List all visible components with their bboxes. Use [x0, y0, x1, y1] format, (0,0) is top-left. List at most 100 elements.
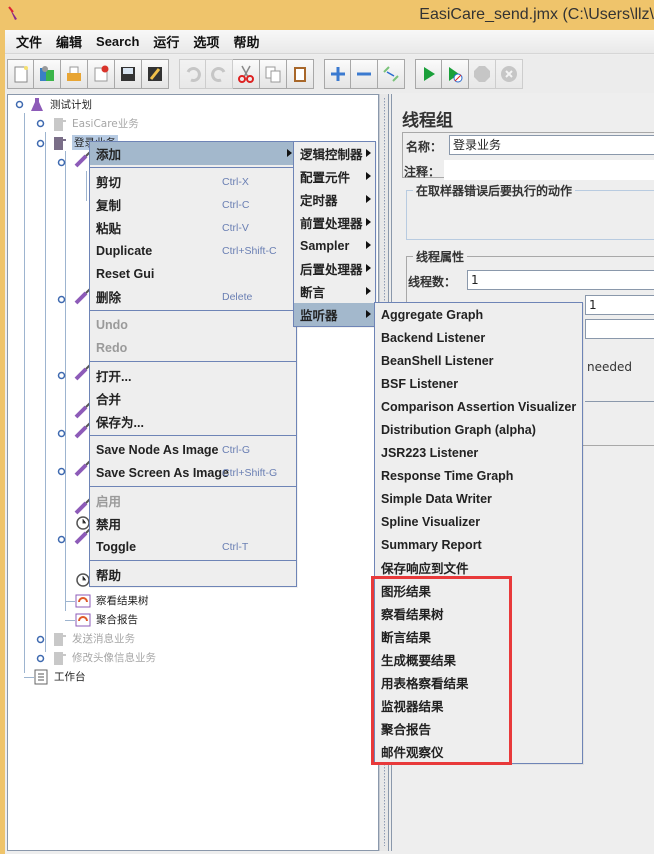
- templates-button[interactable]: [34, 59, 61, 89]
- context-menu-item[interactable]: Toggle Ctrl-T: [90, 535, 296, 558]
- listener-submenu-item[interactable]: 察看结果树: [375, 602, 582, 625]
- cut-button[interactable]: [233, 59, 260, 89]
- menu-run[interactable]: 运行: [146, 32, 186, 51]
- shutdown-button[interactable]: [496, 59, 523, 89]
- listener-submenu-item[interactable]: Spline Visualizer: [375, 510, 582, 533]
- menu-item-label: 断言结果: [381, 631, 432, 645]
- close-button[interactable]: [88, 59, 115, 89]
- tree-node-test-plan[interactable]: 测试计划: [28, 95, 92, 114]
- stop-button[interactable]: [469, 59, 496, 89]
- context-menu-item[interactable]: 打开...: [90, 364, 296, 387]
- listener-submenu-item[interactable]: Distribution Graph (alpha): [375, 418, 582, 441]
- tree-expand-handle[interactable]: [57, 467, 66, 476]
- menu-item-label: 前置处理器: [300, 217, 363, 231]
- tree-expand-handle[interactable]: [36, 654, 45, 663]
- add-submenu-item[interactable]: 后置处理器: [294, 257, 375, 280]
- listener-submenu-item[interactable]: Summary Report: [375, 533, 582, 556]
- tree-expand-handle[interactable]: [57, 158, 66, 167]
- context-menu-item[interactable]: 启用: [90, 489, 296, 512]
- context-menu-item[interactable]: Save Screen As Image Ctrl+Shift-G: [90, 461, 296, 484]
- listener-submenu-item[interactable]: 图形结果: [375, 579, 582, 602]
- menu-edit[interactable]: 编辑: [49, 32, 89, 51]
- new-button[interactable]: [7, 59, 34, 89]
- rampup-input[interactable]: 1: [585, 295, 654, 315]
- listener-submenu-item[interactable]: BeanShell Listener: [375, 349, 582, 372]
- tree-expand-handle[interactable]: [36, 139, 45, 148]
- menu-search[interactable]: Search: [89, 34, 146, 49]
- thread-group-icon: [50, 630, 68, 648]
- tree-node-aggregate-report[interactable]: 聚合报告: [74, 610, 138, 629]
- context-menu-item[interactable]: Save Node As Image Ctrl-G: [90, 438, 296, 461]
- listener-submenu-item[interactable]: Comparison Assertion Visualizer: [375, 395, 582, 418]
- add-submenu-item[interactable]: 逻辑控制器: [294, 142, 375, 165]
- listener-submenu-item[interactable]: Response Time Graph: [375, 464, 582, 487]
- name-input[interactable]: 登录业务: [449, 135, 654, 155]
- listener-submenu-item[interactable]: 断言结果: [375, 625, 582, 648]
- save-button[interactable]: [115, 59, 142, 89]
- listener-submenu-item[interactable]: 监视器结果: [375, 694, 582, 717]
- listener-submenu-item[interactable]: BSF Listener: [375, 372, 582, 395]
- menu-options[interactable]: 选项: [186, 32, 226, 51]
- save-as-button[interactable]: [142, 59, 169, 89]
- tree-node-easicare[interactable]: EasiCare业务: [50, 114, 139, 133]
- redo-button[interactable]: [206, 59, 233, 89]
- add-submenu-item[interactable]: 配置元件: [294, 165, 375, 188]
- paste-button[interactable]: [287, 59, 314, 89]
- tree-expand-handle[interactable]: [15, 100, 24, 109]
- expand-all-button[interactable]: [324, 59, 351, 89]
- add-submenu-item[interactable]: 断言: [294, 280, 375, 303]
- copy-button[interactable]: [260, 59, 287, 89]
- context-menu-item[interactable]: 添加: [90, 142, 296, 165]
- menu-item-label: Save Node As Image: [96, 442, 219, 457]
- undo-button[interactable]: [179, 59, 206, 89]
- context-menu-item[interactable]: Reset Gui: [90, 262, 296, 285]
- context-menu-item[interactable]: 删除 Delete: [90, 285, 296, 308]
- menu-item-label: JSR223 Listener: [381, 445, 479, 460]
- tree-expand-handle[interactable]: [36, 635, 45, 644]
- listener-submenu-item[interactable]: 保存响应到文件: [375, 556, 582, 579]
- context-menu-item[interactable]: Duplicate Ctrl+Shift-C: [90, 239, 296, 262]
- collapse-all-button[interactable]: [351, 59, 378, 89]
- context-menu-item[interactable]: 禁用: [90, 512, 296, 535]
- context-menu-item[interactable]: 复制 Ctrl-C: [90, 193, 296, 216]
- listener-submenu-item[interactable]: Aggregate Graph: [375, 303, 582, 326]
- add-submenu-item[interactable]: 监听器: [294, 303, 375, 326]
- tree-node-send-message[interactable]: 发送消息业务: [50, 629, 135, 648]
- listener-submenu-item[interactable]: 用表格察看结果: [375, 671, 582, 694]
- toggle-button[interactable]: [378, 59, 405, 89]
- context-menu-item[interactable]: Undo: [90, 313, 296, 336]
- add-submenu-item[interactable]: 前置处理器: [294, 211, 375, 234]
- listener-submenu-item[interactable]: JSR223 Listener: [375, 441, 582, 464]
- loop-count-input[interactable]: [585, 319, 654, 339]
- tree-expand-handle[interactable]: [57, 295, 66, 304]
- context-menu-item[interactable]: 合并: [90, 387, 296, 410]
- context-menu-item[interactable]: Redo: [90, 336, 296, 359]
- start-button[interactable]: [415, 59, 442, 89]
- tree-expand-handle[interactable]: [57, 535, 66, 544]
- listener-submenu-item[interactable]: Simple Data Writer: [375, 487, 582, 510]
- context-menu-item[interactable]: 保存为...: [90, 410, 296, 433]
- menu-help[interactable]: 帮助: [226, 32, 266, 51]
- add-submenu-item[interactable]: 定时器: [294, 188, 375, 211]
- start-no-pauses-button[interactable]: [442, 59, 469, 89]
- menu-separator: [90, 435, 296, 436]
- comment-input[interactable]: [444, 160, 654, 180]
- tree-expand-handle[interactable]: [57, 371, 66, 380]
- listener-submenu-item[interactable]: 聚合报告: [375, 717, 582, 740]
- tree-expand-handle[interactable]: [36, 119, 45, 128]
- add-submenu-item[interactable]: Sampler: [294, 234, 375, 257]
- context-menu-item[interactable]: 帮助: [90, 563, 296, 586]
- tree-node-modify-avatar[interactable]: 修改头像信息业务: [50, 648, 156, 667]
- tree-node-view-results-tree[interactable]: 察看结果树: [74, 591, 149, 610]
- listener-submenu-item[interactable]: 生成概要结果: [375, 648, 582, 671]
- listener-submenu-item[interactable]: Backend Listener: [375, 326, 582, 349]
- tree-node-workbench[interactable]: 工作台: [32, 667, 86, 686]
- listener-submenu: Aggregate Graph Backend Listener BeanShell…: [374, 302, 583, 764]
- open-button[interactable]: [61, 59, 88, 89]
- context-menu-item[interactable]: 粘贴 Ctrl-V: [90, 216, 296, 239]
- tree-expand-handle[interactable]: [57, 429, 66, 438]
- context-menu-item[interactable]: 剪切 Ctrl-X: [90, 170, 296, 193]
- threads-input[interactable]: 1: [467, 270, 654, 290]
- menu-file[interactable]: 文件: [9, 32, 49, 51]
- listener-submenu-item[interactable]: 邮件观察仪: [375, 740, 582, 763]
